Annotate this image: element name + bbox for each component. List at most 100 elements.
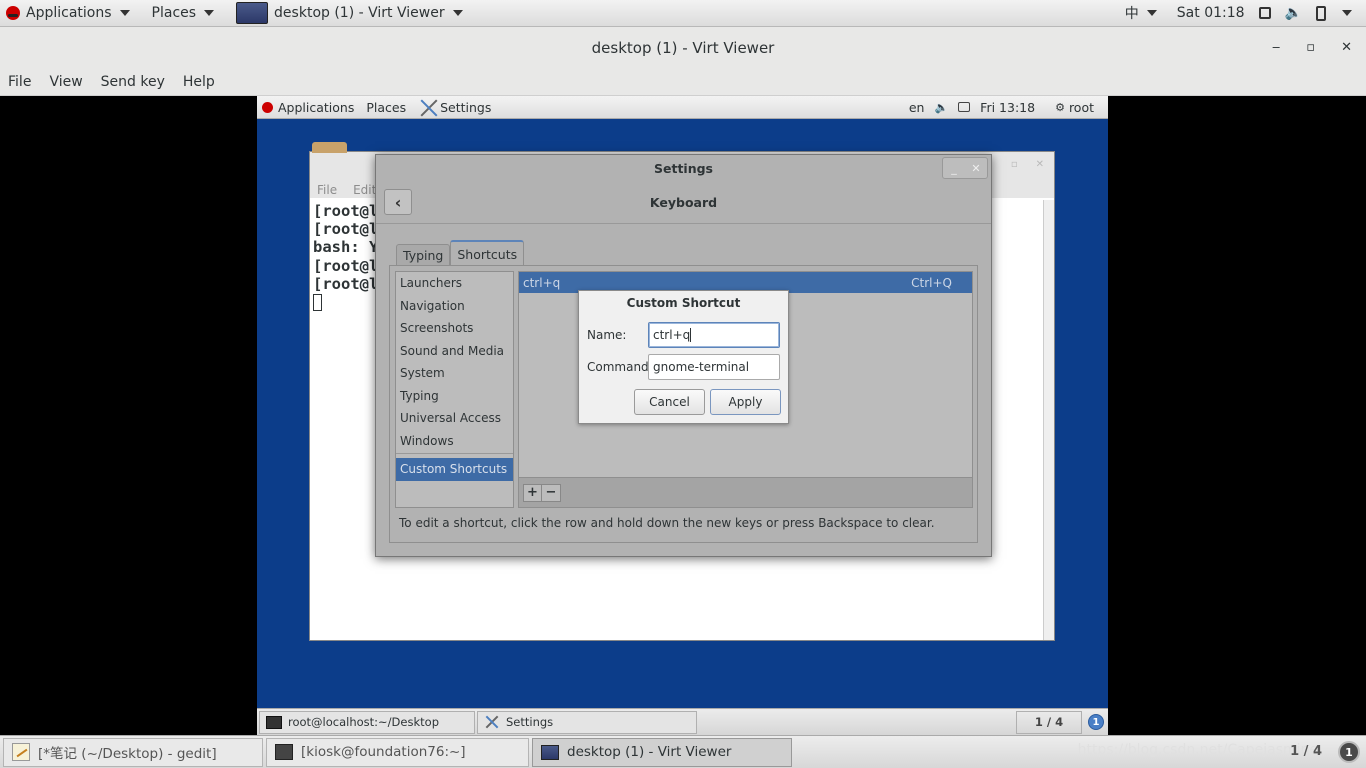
host-task-terminal[interactable]: [kiosk@foundation76:~] bbox=[266, 737, 529, 767]
notification-icon[interactable]: 1 bbox=[1088, 714, 1104, 730]
minimize-icon[interactable]: ▫ bbox=[1011, 159, 1018, 170]
category-system[interactable]: System bbox=[396, 362, 513, 385]
host-notification-icon[interactable]: 1 bbox=[1338, 741, 1360, 763]
guest-places-label: Places bbox=[366, 99, 407, 115]
virt-viewer-titlebar: desktop (1) - Virt Viewer ‒ ▫ ✕ bbox=[0, 27, 1366, 68]
notification-count: 1 bbox=[1092, 716, 1100, 728]
minimize-icon[interactable]: _ bbox=[943, 158, 965, 178]
add-shortcut-button[interactable]: + bbox=[523, 483, 542, 502]
host-notification-count: 1 bbox=[1345, 745, 1353, 759]
menu-send-key[interactable]: Send key bbox=[101, 74, 165, 90]
guest-pager-label: 1 / 4 bbox=[1034, 715, 1064, 729]
command-label: Command: bbox=[587, 360, 653, 374]
shortcut-accelerator: Ctrl+Q bbox=[911, 275, 952, 290]
keyboard-layout-indicator[interactable]: en bbox=[909, 100, 925, 115]
command-field-value: gnome-terminal bbox=[653, 360, 750, 374]
host-workspace-pager[interactable]: 1 / 4 bbox=[1290, 744, 1322, 759]
gedit-icon bbox=[12, 743, 30, 761]
settings-titlebar[interactable]: Settings bbox=[376, 155, 991, 182]
host-applications-label: Applications bbox=[26, 5, 112, 21]
guest-user-menu[interactable]: root bbox=[1069, 100, 1094, 115]
category-divider bbox=[396, 453, 513, 454]
system-menu-chevron-icon[interactable] bbox=[1342, 10, 1352, 16]
menu-file[interactable]: File bbox=[8, 74, 31, 90]
menu-help[interactable]: Help bbox=[183, 74, 215, 90]
minimize-button[interactable]: ‒ bbox=[1272, 40, 1280, 55]
volume-icon[interactable]: 🔈 bbox=[934, 101, 948, 114]
terminal-menu-edit[interactable]: Edit bbox=[353, 183, 376, 197]
category-launchers[interactable]: Launchers bbox=[396, 272, 513, 295]
guest-task-terminal[interactable]: root@localhost:~/Desktop bbox=[259, 710, 475, 734]
name-field-value: ctrl+q bbox=[653, 328, 691, 342]
virt-viewer-icon bbox=[236, 2, 269, 24]
category-typing[interactable]: Typing bbox=[396, 385, 513, 408]
shortcut-hint: To edit a shortcut, click the row and ho… bbox=[399, 516, 935, 530]
shortcut-toolbar: + − bbox=[518, 478, 973, 508]
terminal-cursor bbox=[313, 294, 322, 312]
name-field[interactable]: ctrl+q bbox=[648, 322, 780, 348]
guest-applications-label: Applications bbox=[278, 99, 355, 115]
host-bottom-taskbar: [*笔记 (~/Desktop) - gedit] [kiosk@foundat… bbox=[0, 735, 1366, 768]
guest-places-menu[interactable]: Places bbox=[360, 100, 412, 115]
host-applications-menu[interactable]: Applications bbox=[0, 0, 136, 27]
display-icon[interactable] bbox=[1258, 7, 1271, 19]
host-top-panel: Applications Places desktop (1) - Virt V… bbox=[0, 0, 1366, 27]
host-places-menu[interactable]: Places bbox=[146, 0, 221, 27]
close-icon[interactable]: ✕ bbox=[1036, 159, 1044, 170]
remove-shortcut-button[interactable]: − bbox=[542, 483, 561, 502]
host-task-gedit-label: [*笔记 (~/Desktop) - gedit] bbox=[38, 746, 217, 762]
volume-icon[interactable]: 🔈 bbox=[1285, 5, 1302, 21]
battery-icon[interactable] bbox=[1316, 5, 1326, 21]
category-custom-shortcuts[interactable]: Custom Shortcuts bbox=[396, 458, 513, 481]
chevron-down-icon bbox=[119, 10, 130, 16]
tab-typing[interactable]: Typing bbox=[396, 244, 451, 266]
network-icon[interactable] bbox=[958, 102, 971, 112]
menu-view[interactable]: View bbox=[49, 74, 82, 90]
maximize-button[interactable]: ▫ bbox=[1306, 40, 1315, 55]
host-window-task-menu[interactable]: desktop (1) - Virt Viewer bbox=[230, 0, 469, 27]
tab-shortcuts[interactable]: Shortcuts bbox=[450, 240, 525, 266]
input-method-indicator[interactable]: 中 bbox=[1119, 0, 1163, 27]
terminal-scrollbar[interactable] bbox=[1043, 200, 1054, 640]
shortcut-name: ctrl+q bbox=[523, 275, 561, 290]
chevron-left-icon: ‹ bbox=[394, 192, 402, 212]
guest-task-terminal-label: root@localhost:~/Desktop bbox=[288, 715, 439, 729]
cancel-button[interactable]: Cancel bbox=[634, 389, 705, 415]
chevron-down-icon bbox=[204, 10, 215, 16]
user-icon: ⚙ bbox=[1055, 100, 1065, 114]
category-windows[interactable]: Windows bbox=[396, 430, 513, 453]
close-button[interactable]: ✕ bbox=[1341, 40, 1352, 55]
virt-viewer-menubar: File View Send key Help bbox=[0, 68, 1366, 96]
panel-title: Keyboard bbox=[649, 195, 718, 210]
category-universal-access[interactable]: Universal Access bbox=[396, 407, 513, 430]
name-label: Name: bbox=[587, 328, 627, 342]
apply-button-label: Apply bbox=[728, 395, 763, 409]
host-task-gedit[interactable]: [*笔记 (~/Desktop) - gedit] bbox=[3, 737, 263, 767]
settings-title: Settings bbox=[653, 161, 713, 176]
guest-top-panel: Applications Places Settings en 🔈 Fri 13… bbox=[257, 96, 1108, 119]
settings-tools-icon bbox=[418, 98, 440, 116]
guest-applications-menu[interactable]: Applications bbox=[257, 100, 360, 115]
guest-display[interactable]: Applications Places Settings en 🔈 Fri 13… bbox=[257, 96, 1108, 735]
chevron-down-icon bbox=[1146, 10, 1157, 16]
guest-settings-task[interactable]: Settings bbox=[412, 98, 497, 116]
apply-button[interactable]: Apply bbox=[710, 389, 781, 415]
category-navigation[interactable]: Navigation bbox=[396, 295, 513, 318]
watermark: https://blog.csdn.net/Capejasmine bbox=[1077, 742, 1318, 758]
guest-settings-label: Settings bbox=[440, 99, 492, 115]
input-method-label: 中 bbox=[1124, 6, 1139, 22]
redhat-icon bbox=[6, 6, 20, 20]
back-button[interactable]: ‹ bbox=[384, 189, 412, 215]
text-caret bbox=[690, 328, 692, 342]
guest-clock[interactable]: Fri 13:18 bbox=[980, 100, 1035, 115]
guest-task-settings[interactable]: Settings bbox=[477, 710, 697, 734]
host-task-virt-viewer[interactable]: desktop (1) - Virt Viewer bbox=[532, 737, 792, 767]
category-sound-and-media[interactable]: Sound and Media bbox=[396, 340, 513, 363]
terminal-menu-file[interactable]: File bbox=[317, 183, 337, 197]
close-icon[interactable]: ✕ bbox=[965, 158, 987, 178]
command-field[interactable]: gnome-terminal bbox=[648, 354, 780, 380]
category-screenshots[interactable]: Screenshots bbox=[396, 317, 513, 340]
guest-workspace-pager[interactable]: 1 / 4 bbox=[1016, 710, 1082, 734]
custom-shortcut-dialog: Custom Shortcut Name: ctrl+q Command: gn… bbox=[578, 290, 789, 424]
host-clock[interactable]: Sat 01:18 bbox=[1177, 5, 1245, 21]
